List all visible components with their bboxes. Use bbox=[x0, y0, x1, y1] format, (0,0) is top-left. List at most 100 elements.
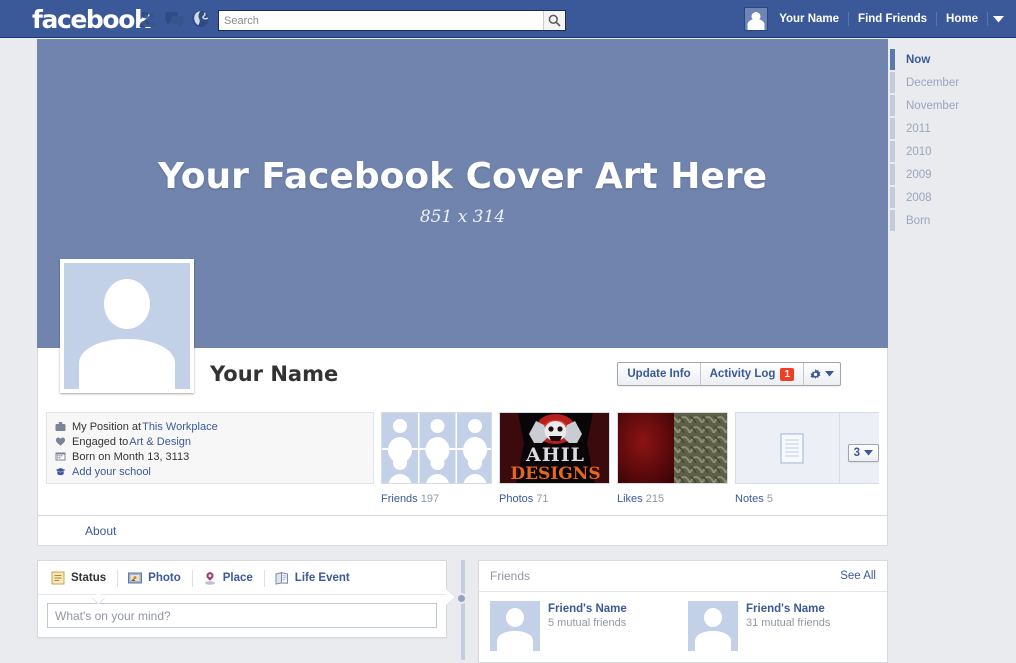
calendar-icon bbox=[55, 451, 66, 462]
friends-grid: Friend's Name 5 mutual friends Friend's … bbox=[479, 592, 887, 662]
default-avatar-icon bbox=[64, 263, 190, 389]
tiles-pager-button[interactable]: 3 bbox=[848, 444, 879, 462]
tile-friends[interactable]: Friends 197 bbox=[381, 412, 492, 515]
profile-action-buttons: Update Info Activity Log 1 bbox=[617, 362, 841, 386]
chevron-down-icon bbox=[864, 450, 873, 456]
chevron-down-icon bbox=[993, 16, 1004, 23]
tile-likes-count: 215 bbox=[646, 493, 664, 505]
graduation-cap-icon bbox=[55, 466, 66, 477]
rail-label: Born bbox=[906, 215, 930, 227]
info-work-link[interactable]: This Workplace bbox=[142, 421, 218, 433]
tile-caption: Likes 215 bbox=[617, 493, 728, 505]
rail-label: 2010 bbox=[906, 146, 932, 158]
rail-label: 2011 bbox=[906, 123, 931, 135]
settings-button[interactable] bbox=[803, 363, 840, 385]
tab-life-event-label: Life Event bbox=[295, 572, 350, 584]
tile-photos-label: Photos bbox=[499, 493, 533, 505]
place-pin-icon bbox=[203, 571, 217, 585]
info-birthday-text: Born on Month 13, 3113 bbox=[72, 451, 189, 463]
find-friends-link[interactable]: Find Friends bbox=[849, 0, 936, 38]
page-title: Your Name bbox=[210, 362, 338, 386]
tile-photos[interactable]: AHIL DESIGNS Photos 71 bbox=[499, 412, 610, 515]
friends-box: Friends See All Friend's Name 5 mutual f… bbox=[478, 560, 888, 663]
tab-photo[interactable]: Photo bbox=[117, 562, 192, 594]
rail-marker bbox=[890, 210, 895, 231]
likes-thumbnail bbox=[617, 412, 728, 484]
search-box[interactable] bbox=[218, 10, 566, 31]
friend-name[interactable]: Friend's Name bbox=[548, 603, 627, 615]
profile-picture[interactable] bbox=[60, 259, 194, 393]
rail-label: 2009 bbox=[906, 169, 932, 181]
avatar bbox=[688, 601, 738, 651]
rail-marker bbox=[890, 95, 895, 116]
activity-log-button[interactable]: Activity Log 1 bbox=[700, 363, 803, 385]
rail-item-2009[interactable]: 2009 bbox=[890, 163, 1016, 186]
info-row-school: Add your school bbox=[55, 464, 365, 479]
rail-item-2010[interactable]: 2010 bbox=[890, 140, 1016, 163]
update-info-button[interactable]: Update Info bbox=[618, 363, 699, 385]
friend-requests-icon[interactable] bbox=[139, 10, 158, 28]
tile-caption: Photos 71 bbox=[499, 493, 610, 505]
search-icon bbox=[548, 14, 561, 27]
tab-place[interactable]: Place bbox=[192, 562, 264, 594]
tab-status-label: Status bbox=[71, 572, 106, 584]
info-relationship-link[interactable]: Art & Design bbox=[129, 436, 191, 448]
rail-item-november[interactable]: November bbox=[890, 94, 1016, 117]
rail-label: Now bbox=[906, 54, 930, 66]
friends-box-header: Friends See All bbox=[479, 561, 887, 592]
search-input[interactable] bbox=[219, 11, 543, 30]
friends-thumbnail bbox=[381, 412, 492, 484]
tile-photos-count: 71 bbox=[536, 493, 548, 505]
life-event-book-icon bbox=[275, 571, 289, 585]
notifications-globe-icon[interactable] bbox=[191, 10, 210, 28]
avatar[interactable] bbox=[744, 7, 768, 31]
gear-icon bbox=[810, 369, 821, 380]
photo-icon bbox=[128, 571, 142, 585]
profile-content: Your Facebook Cover Art Here 851 x 314 Y… bbox=[37, 39, 888, 560]
tile-notes[interactable]: Notes 5 bbox=[735, 412, 846, 515]
rail-item-now[interactable]: Now bbox=[890, 48, 1016, 71]
messages-icon[interactable] bbox=[165, 10, 184, 28]
add-school-link[interactable]: Add your school bbox=[72, 466, 151, 478]
friend-mutual: 5 mutual friends bbox=[548, 617, 627, 629]
rail-item-2008[interactable]: 2008 bbox=[890, 186, 1016, 209]
rail-label: December bbox=[906, 77, 959, 89]
tab-life-event[interactable]: Life Event bbox=[264, 562, 361, 594]
rail-item-born[interactable]: Born bbox=[890, 209, 1016, 232]
facebook-logo[interactable]: facebook bbox=[32, 5, 149, 34]
see-all-link[interactable]: See All bbox=[840, 570, 876, 582]
tile-notes-count: 5 bbox=[767, 493, 773, 505]
rail-item-december[interactable]: December bbox=[890, 71, 1016, 94]
tile-likes-label: Likes bbox=[617, 493, 643, 505]
profile-summary-strip: My Position at This Workplace Engaged to… bbox=[37, 406, 888, 516]
heart-icon bbox=[55, 436, 66, 447]
list-item[interactable]: Friend's Name 5 mutual friends bbox=[490, 601, 670, 651]
list-item[interactable]: Friend's Name 31 mutual friends bbox=[688, 601, 868, 651]
account-menu-button[interactable] bbox=[988, 0, 1008, 38]
tile-caption: Notes 5 bbox=[735, 493, 846, 505]
rail-marker bbox=[890, 49, 895, 70]
rail-item-2011[interactable]: 2011 bbox=[890, 117, 1016, 140]
friend-mutual: 31 mutual friends bbox=[746, 617, 830, 629]
tab-status[interactable]: Status bbox=[40, 562, 117, 594]
tile-likes[interactable]: Likes 215 bbox=[617, 412, 728, 515]
chevron-down-icon bbox=[825, 371, 834, 377]
tab-about[interactable]: About bbox=[85, 524, 116, 538]
tile-friends-count: 197 bbox=[421, 493, 439, 505]
profile-info-box: My Position at This Workplace Engaged to… bbox=[46, 412, 374, 484]
timeline-year-rail: Now December November 2011 2010 2009 200… bbox=[890, 39, 1016, 610]
status-input[interactable]: What's on your mind? bbox=[47, 603, 437, 628]
profile-link[interactable]: Your Name bbox=[770, 0, 848, 38]
info-row-relationship: Engaged to Art & Design bbox=[55, 434, 365, 449]
home-link[interactable]: Home bbox=[937, 0, 987, 38]
timeline-left-column: Status Photo bbox=[37, 560, 447, 638]
timeline-spine-dot bbox=[456, 593, 467, 604]
search-button[interactable] bbox=[543, 11, 565, 30]
info-row-work: My Position at This Workplace bbox=[55, 419, 365, 434]
friend-name[interactable]: Friend's Name bbox=[746, 603, 830, 615]
info-relationship-text: Engaged to bbox=[72, 436, 128, 448]
tab-place-label: Place bbox=[223, 572, 253, 584]
tab-photo-label: Photo bbox=[148, 572, 181, 584]
update-info-label: Update Info bbox=[627, 368, 690, 380]
top-navigation-bar: facebook bbox=[0, 0, 1016, 38]
